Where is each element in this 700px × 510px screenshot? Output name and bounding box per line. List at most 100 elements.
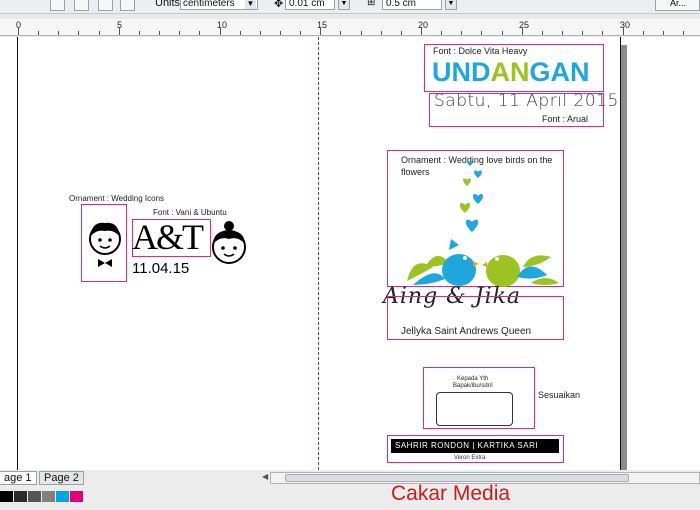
left-page: Ornament : Wedding Icons Font : Vani & U… [17,37,319,470]
ruler-tick [562,31,564,35]
monogram-text: A&T [132,217,204,257]
address-box [436,392,513,426]
ruler-label: 10 [217,20,228,30]
duplicate-distance-input[interactable]: 0.5 cm [382,0,442,10]
address-note: Sesuaikan [538,390,581,400]
nudge-spinner[interactable]: ▼ [338,0,350,10]
tab-page-1-label: age 1 [4,472,32,484]
title-letter: A [550,57,571,87]
property-bar: Units: centimeters ▼ ✥ 0.01 cm ▼ ⊞ 0.5 c… [0,0,700,14]
ruler-tick [360,31,362,35]
ruler-tick [582,31,584,35]
drawing-canvas[interactable]: Ornament : Wedding Icons Font : Vani & U… [0,37,700,470]
ruler-tick [541,31,543,35]
banner-text: SAHRIR RONDON | KARTIKA SARI [395,441,539,450]
ruler-tick [78,31,80,35]
ruler-tick [219,27,221,35]
status-area: age 1 Page 2 ◀ [0,470,700,510]
duplicate-distance-icon: ⊞ [367,0,376,8]
banner: SAHRIR RONDON | KARTIKA SARI [391,439,559,453]
ruler-label: 25 [519,20,530,30]
title-letter: A [490,57,511,87]
ruler-tick [199,31,201,35]
address-line2: Bapak/ibu/sdr/i [453,383,493,389]
love-birds-ornament [405,155,561,287]
page-layout-facing-button[interactable] [74,0,89,11]
watermark-text: Cakar Media [391,482,511,505]
ruler-tick [642,31,644,35]
chevron-down-icon: ▼ [245,0,256,9]
color-swatch-black[interactable] [0,491,13,502]
tab-page-2-label: Page 2 [44,472,79,484]
options-button[interactable]: Ar... [655,0,700,11]
duplicate-distance-spinner[interactable]: ▼ [445,0,457,10]
title-letter: N [570,57,590,87]
page-shadow [621,45,627,470]
ruler-tick [98,31,100,35]
title-letter: N [451,57,472,87]
title-letter: U [432,57,452,87]
title-letter: D [471,57,491,87]
ruler-tick [421,27,422,35]
color-swatch-gray[interactable] [28,491,41,502]
ruler-tick [682,31,684,35]
date-script: Sabtu, 11 April 2015 [434,91,619,111]
ruler-tick [602,31,604,35]
wedding-date: 11.04.15 [132,260,190,277]
color-swatch-light-gray[interactable] [42,491,55,502]
nudge-icon: ✥ [274,0,284,10]
color-swatch-cyan[interactable] [56,491,69,502]
ruler-tick [38,31,40,35]
ruler-tick [179,31,181,35]
bride-icon [208,220,250,270]
scroll-left-icon[interactable]: ◀ [262,472,268,481]
units-label: Units: [155,0,184,9]
tab-page-1[interactable]: age 1 [0,471,37,485]
ruler-tick [400,31,402,35]
ruler-tick [259,31,261,35]
duplicate-distance-value: 0.5 cm [386,0,417,9]
ruler-label: 15 [317,20,328,30]
horizontal-ruler: 0 5 10 15 20 25 30 [0,19,700,36]
groom-icon [88,219,122,269]
ruler-tick [622,27,624,35]
names-font-label: Jellyka Saint Andrews Queen [401,326,532,337]
ruler-tick [18,27,19,35]
title-text: UNDANGAN [432,57,590,88]
ruler-label: 30 [620,20,631,30]
scrollbar-thumb[interactable] [285,474,629,482]
ruler-tick [521,27,523,35]
options-label: Ar... [670,0,687,8]
title-letter: G [529,57,551,87]
units-select[interactable]: centimeters ▼ [180,0,258,10]
page-layout-copy-button[interactable] [98,0,113,11]
title-letter: N [510,57,530,87]
ruler-tick [58,31,60,35]
tab-page-2[interactable]: Page 2 [39,471,84,485]
ruler-tick [239,31,241,35]
ruler-tick [340,31,342,35]
ruler-tick [501,31,503,35]
ruler-tick [461,31,463,35]
ruler-tick [320,27,322,35]
ruler-tick [300,31,302,35]
ruler-tick [159,31,161,35]
ruler-tick [441,31,443,35]
banner-font-label: Veron Extra [454,455,486,461]
ruler-label: 20 [418,20,429,30]
nudge-offset-value: 0.01 cm [289,0,325,9]
page-layout-single-button[interactable] [50,0,65,11]
ruler-tick [380,31,382,35]
date-font-label: Font : Arual [542,114,589,124]
ruler-tick [138,31,140,35]
color-swatch-dark[interactable] [14,491,27,502]
nudge-offset-input[interactable]: 0.01 cm [285,0,335,10]
color-swatch-magenta[interactable] [70,491,83,502]
ruler-tick [279,31,281,35]
title-font-label: Font : Dolce Vita Heavy [433,46,528,56]
address-line1: Kepada Yth [457,376,489,382]
units-value: centimeters [183,0,235,9]
ruler-tick [662,31,664,35]
page-layout-bar-button[interactable] [120,0,135,11]
ruler-tick [481,31,483,35]
